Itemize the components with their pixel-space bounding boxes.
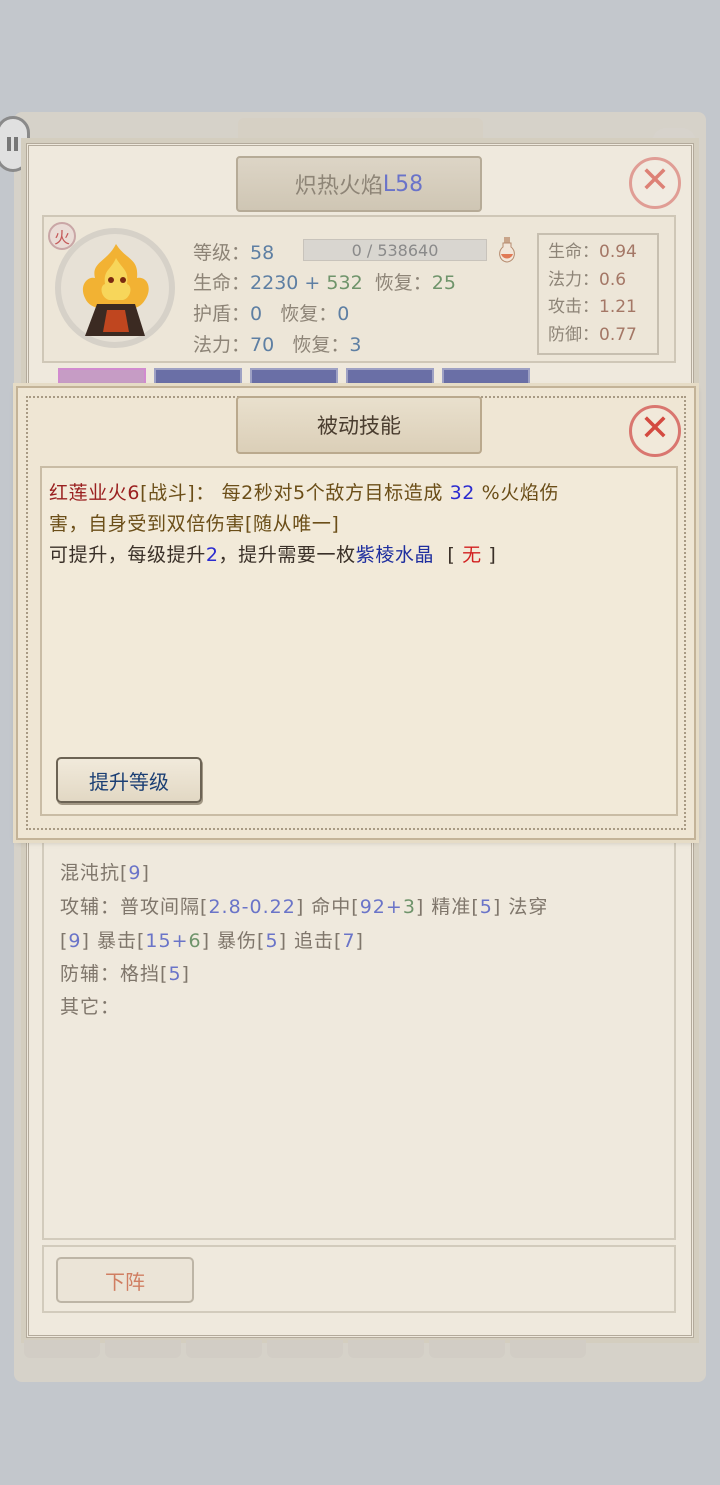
hp-row: 生命：2230 + 532 恢复：25: [193, 268, 456, 295]
shield-row: 护盾：0 恢复：0: [193, 299, 349, 326]
required-item-name: 紫棱水晶: [355, 544, 435, 566]
skill-damage-value: 32: [449, 482, 475, 504]
mana-regen: 3: [349, 334, 362, 356]
skill-slot-bar: [58, 368, 538, 388]
bottom-tab[interactable]: [348, 1340, 424, 1358]
skill-name: 红莲业火6: [49, 482, 141, 504]
shield-value: 0: [250, 303, 263, 325]
bottom-tab[interactable]: [24, 1340, 100, 1358]
chaos-resist-line: 混沌抗[9]: [60, 862, 150, 884]
skill-slot[interactable]: [442, 368, 530, 388]
ratio-attack: 攻击：1.21: [548, 297, 637, 317]
shield-regen-label: 恢复：: [280, 303, 338, 325]
potion-icon[interactable]: [497, 236, 517, 264]
other-line: 其它：: [60, 996, 121, 1018]
ratio-defense: 防御：0.77: [548, 324, 637, 345]
hp-base: 2230: [250, 272, 299, 294]
unit-title: 炽热火焰 L58: [236, 156, 482, 212]
skill-desc-text: %火焰伤: [481, 482, 560, 504]
attack-aux-line: 攻辅：普攻间隔[2.8-0.22] 命中[92+3] 精准[5] 法穿: [60, 896, 549, 918]
fire-elemental-portrait: [55, 228, 175, 348]
element-fire-badge: 火: [48, 222, 76, 250]
hp-bonus: 532: [326, 272, 363, 294]
level-value: 58: [250, 242, 275, 264]
skill-slot[interactable]: [346, 368, 434, 388]
dialog-title: 被动技能: [236, 396, 482, 454]
bottom-tab[interactable]: [267, 1340, 343, 1358]
crit-line: [9] 暴击[15+6] 暴伤[5] 追击[7]: [60, 930, 364, 952]
ratio-hp: 生命：0.94: [548, 242, 637, 262]
growth-ratio-box: 生命：0.94 法力：0.6 攻击：1.21 防御：0.77: [537, 233, 659, 355]
bottom-tab[interactable]: [105, 1340, 181, 1358]
unit-name: 炽热火焰: [294, 174, 383, 199]
close-icon[interactable]: ✕: [629, 157, 681, 209]
skill-desc-text: 害，自身受到双倍伤害[随从唯一]: [49, 513, 340, 535]
shield-label: 护盾：: [193, 303, 251, 325]
skill-tag: [战斗]：: [140, 482, 215, 504]
upgrade-level-button[interactable]: 提升等级: [56, 757, 202, 803]
mana-value: 70: [250, 334, 275, 356]
level-label: 等级：: [193, 242, 251, 264]
skill-upgrade-line: 可提升，每级提升2，提升需要一枚紫棱水晶 [ 无 ]: [49, 544, 497, 566]
hp-plus: +: [304, 272, 321, 294]
skill-slot[interactable]: [250, 368, 338, 388]
mana-label: 法力：: [193, 334, 251, 356]
defense-aux-line: 防辅：格挡[5]: [60, 963, 190, 985]
game-screen: 炽热火焰 L58 ✕ 火 等级：58 0 / 538640 生命：2230 + 5…: [0, 0, 720, 1485]
upgrade-text: ，提升需要一枚: [218, 544, 356, 566]
skill-slot[interactable]: [58, 368, 146, 388]
hp-label: 生命：: [193, 272, 251, 294]
bottom-tab-strip: [24, 1340, 594, 1358]
item-status: 无: [462, 544, 482, 566]
skill-desc-line-1: 红莲业火6[战斗]： 每2秒对5个敌方目标造成 32 %火焰伤: [49, 478, 559, 505]
level-row: 等级：58: [193, 238, 274, 265]
exp-bar: 0 / 538640: [303, 239, 487, 261]
hp-regen: 25: [431, 272, 456, 294]
retreat-button[interactable]: 下阵: [56, 1257, 194, 1303]
unit-title-level: L58: [382, 171, 424, 197]
upgrade-step: 2: [205, 544, 219, 566]
mana-row: 法力：70 恢复：3: [193, 330, 361, 357]
skill-desc-line-2: 害，自身受到双倍伤害[随从唯一]: [49, 509, 339, 536]
hp-regen-label: 恢复：: [374, 272, 432, 294]
shield-regen: 0: [337, 303, 350, 325]
ratio-mana: 法力：0.6: [548, 269, 627, 290]
skill-slot[interactable]: [154, 368, 242, 388]
close-icon[interactable]: ✕: [629, 405, 681, 457]
mana-regen-label: 恢复：: [292, 334, 350, 356]
bottom-tab[interactable]: [510, 1340, 586, 1358]
skill-desc-text: 每2秒对5个敌方目标造成: [221, 482, 443, 504]
upgrade-text: 可提升，每级提升: [49, 544, 206, 566]
bottom-tab[interactable]: [429, 1340, 505, 1358]
bottom-tab[interactable]: [186, 1340, 262, 1358]
